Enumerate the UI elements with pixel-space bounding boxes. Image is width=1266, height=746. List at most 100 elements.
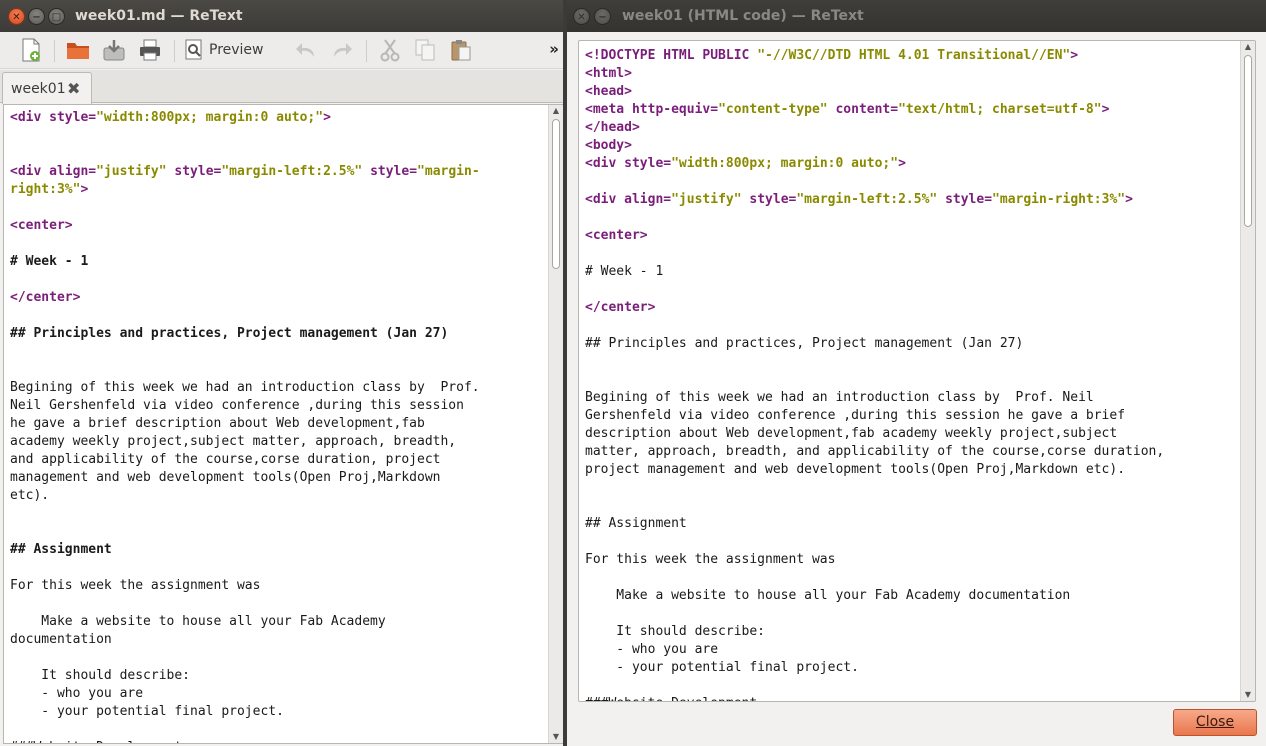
tab-bar: week01 ✖ [0,70,563,104]
code-line: # Week - 1 [585,263,1164,281]
code-token: Neil Gershenfeld via video conference ,d… [10,398,464,413]
window-minimize-icon[interactable]: − [28,8,45,25]
code-line: <div align="justify" style="margin-left:… [585,191,1164,209]
cut-icon [380,39,400,62]
code-line: </center> [10,289,480,307]
copy-button[interactable] [411,38,439,62]
code-line: <head> [585,83,1164,101]
code-token: ## Principles and practices, Project man… [585,336,1024,351]
close-button[interactable]: Close [1173,709,1257,736]
code-token: matter, approach, breadth, and applicabi… [585,444,1165,459]
code-line: It should describe: [585,623,1164,641]
code-token: project management and web development t… [585,462,1126,477]
window-title: week01.md — ReText [75,8,243,24]
open-button[interactable] [64,38,92,62]
code-token: content= [835,102,899,117]
new-file-button[interactable] [18,38,44,62]
code-token: academy weekly project,subject matter, a… [10,434,457,449]
tab-week01[interactable]: week01 ✖ [2,72,92,104]
vertical-scrollbar[interactable]: ▲ ▼ [1240,41,1255,701]
toolbar-separator [54,40,55,62]
code-line: ## Assignment [10,541,480,559]
code-line: Neil Gershenfeld via video conference ,d… [10,397,480,415]
code-line: matter, approach, breadth, and applicabi… [585,443,1164,461]
code-token: align= [49,164,97,179]
scroll-down-icon[interactable]: ▼ [549,731,563,743]
code-token: - who you are [585,642,719,657]
preview-label: Preview [209,42,264,58]
code-token: style= [174,164,222,179]
title-bar[interactable]: ✕ − week01 (HTML code) — ReText [567,0,1266,32]
tab-close-icon[interactable]: ✖ [67,79,80,98]
scroll-up-icon[interactable]: ▲ [1241,41,1255,53]
code-line: <div align="justify" style="margin-left:… [10,163,480,181]
code-token: <center> [10,218,73,233]
scroll-down-icon[interactable]: ▼ [1241,689,1255,701]
code-token: > [1125,192,1133,207]
code-token: # Week - 1 [585,264,664,279]
code-token: style= [945,192,993,207]
code-token: "-//W3C//DTD HTML 4.01 Transitional//EN" [757,48,1071,63]
code-token: - your potential final project. [585,660,859,675]
markdown-editor[interactable]: <div style="width:800px; margin:0 auto;"… [3,104,563,744]
code-line: Gershenfeld via video conference ,during… [585,407,1164,425]
code-line: management and web development tools(Ope… [10,469,480,487]
preview-icon [185,39,202,60]
html-code-window: ✕ − week01 (HTML code) — ReText <!DOCTYP… [567,0,1266,746]
scrollbar-thumb[interactable] [1244,55,1252,227]
undo-icon [296,43,314,57]
code-token: <html> [585,66,632,81]
code-line: ###Website Development [585,695,1164,701]
code-token: <div [585,192,625,207]
code-token: </head> [585,120,640,135]
code-line: </head> [585,119,1164,137]
code-token: "margin-right:3%" [992,192,1126,207]
code-token: > [80,182,89,197]
code-token: ###Website Development [10,740,182,743]
code-token: style= [49,110,97,125]
code-token: Begining of this week we had an introduc… [585,390,1094,405]
window-close-icon[interactable]: ✕ [8,8,25,25]
code-token: </center> [585,300,656,315]
code-line: <center> [585,227,1164,245]
code-token: <body> [585,138,632,153]
code-line: Begining of this week we had an introduc… [10,379,480,397]
code-token: "width:800px; margin:0 auto;" [671,156,899,171]
code-token: "justify" [96,164,175,179]
toolbar: Preview » [0,32,563,69]
print-button[interactable] [136,38,164,62]
scroll-up-icon[interactable]: ▲ [549,105,563,117]
code-line: he gave a brief description about Web de… [10,415,480,433]
code-token: <div [585,156,625,171]
toolbar-overflow-button[interactable]: » [549,40,559,58]
paste-button[interactable] [447,38,475,62]
undo-button[interactable] [292,38,320,62]
code-token: Begining of this week we had an introduc… [10,380,480,395]
html-code-view[interactable]: <!DOCTYPE HTML PUBLIC "-//W3C//DTD HTML … [578,40,1256,702]
code-line: For this week the assignment was [585,551,1164,569]
scrollbar-thumb[interactable] [552,119,560,269]
window-close-icon[interactable]: ✕ [573,8,590,25]
preview-button[interactable]: Preview [184,38,270,62]
code-token: - who you are [10,686,144,701]
code-text: <!DOCTYPE HTML PUBLIC "-//W3C//DTD HTML … [585,47,1164,701]
window-maximize-icon[interactable]: □ [48,8,65,25]
title-bar[interactable]: ✕ − □ week01.md — ReText [0,0,563,32]
redo-button[interactable] [328,38,356,62]
vertical-scrollbar[interactable]: ▲ ▼ [548,105,563,743]
save-button[interactable] [100,38,128,62]
cut-button[interactable] [376,38,404,62]
window-minimize-icon[interactable]: − [594,8,611,25]
